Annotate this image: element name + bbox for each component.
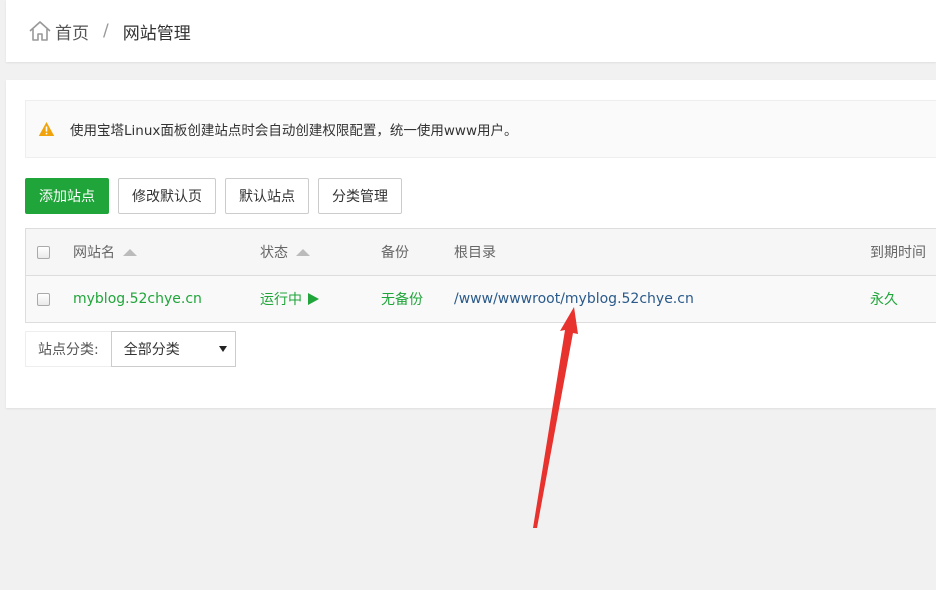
table-row: myblog.52chye.cn 运行中 无备份 /www/wwwroot/my…: [26, 276, 936, 323]
warning-icon: [38, 121, 55, 137]
header-status[interactable]: 状态: [260, 229, 310, 275]
breadcrumb-home[interactable]: 首页: [55, 19, 89, 44]
chevron-down-icon: [218, 346, 227, 352]
header-name-label: 网站名: [73, 245, 115, 261]
default-site-button[interactable]: 默认站点: [225, 178, 309, 214]
header-root: 根目录: [454, 245, 496, 261]
sort-up-icon[interactable]: [123, 248, 137, 256]
permission-alert: 使用宝塔Linux面板创建站点时会自动创建权限配置，统一使用www用户。: [25, 100, 936, 158]
category-manage-button[interactable]: 分类管理: [318, 178, 402, 214]
category-label: 站点分类:: [25, 331, 111, 367]
home-icon[interactable]: [28, 19, 52, 43]
play-icon: [308, 293, 319, 305]
breadcrumb-separator: /: [103, 21, 109, 41]
site-root-link[interactable]: /www/wwwroot/myblog.52chye.cn: [454, 276, 694, 322]
category-select[interactable]: 全部分类: [110, 331, 236, 367]
header-backup: 备份: [381, 245, 409, 261]
row-checkbox[interactable]: [37, 292, 50, 306]
site-expire-link[interactable]: 永久: [870, 276, 898, 322]
alert-text: 使用宝塔Linux面板创建站点时会自动创建权限配置，统一使用www用户。: [70, 123, 518, 139]
site-status[interactable]: 运行中: [260, 276, 319, 322]
edit-default-page-button[interactable]: 修改默认页: [118, 178, 216, 214]
select-all-checkbox[interactable]: [37, 245, 50, 259]
table-header: 网站名 状态 备份 根目录 到期时间: [26, 229, 936, 276]
toolbar: 添加站点 修改默认页 默认站点 分类管理: [25, 178, 411, 214]
breadcrumb: 首页 / 网站管理: [6, 0, 936, 62]
site-table: 网站名 状态 备份 根目录 到期时间 myblog.52chye.cn 运行中 …: [25, 228, 936, 323]
header-expire: 到期时间: [870, 245, 926, 261]
site-backup-link[interactable]: 无备份: [381, 276, 423, 322]
add-site-button[interactable]: 添加站点: [25, 178, 109, 214]
site-name-link[interactable]: myblog.52chye.cn: [73, 276, 202, 322]
breadcrumb-current: 网站管理: [122, 23, 191, 44]
site-panel: 使用宝塔Linux面板创建站点时会自动创建权限配置，统一使用www用户。 添加站…: [6, 80, 936, 408]
header-name[interactable]: 网站名: [73, 229, 137, 275]
category-filter: 站点分类: 全部分类: [25, 331, 236, 367]
category-selected: 全部分类: [123, 342, 180, 358]
sort-up-icon[interactable]: [296, 248, 310, 256]
header-status-label: 状态: [260, 245, 288, 261]
site-status-label: 运行中: [260, 292, 302, 308]
